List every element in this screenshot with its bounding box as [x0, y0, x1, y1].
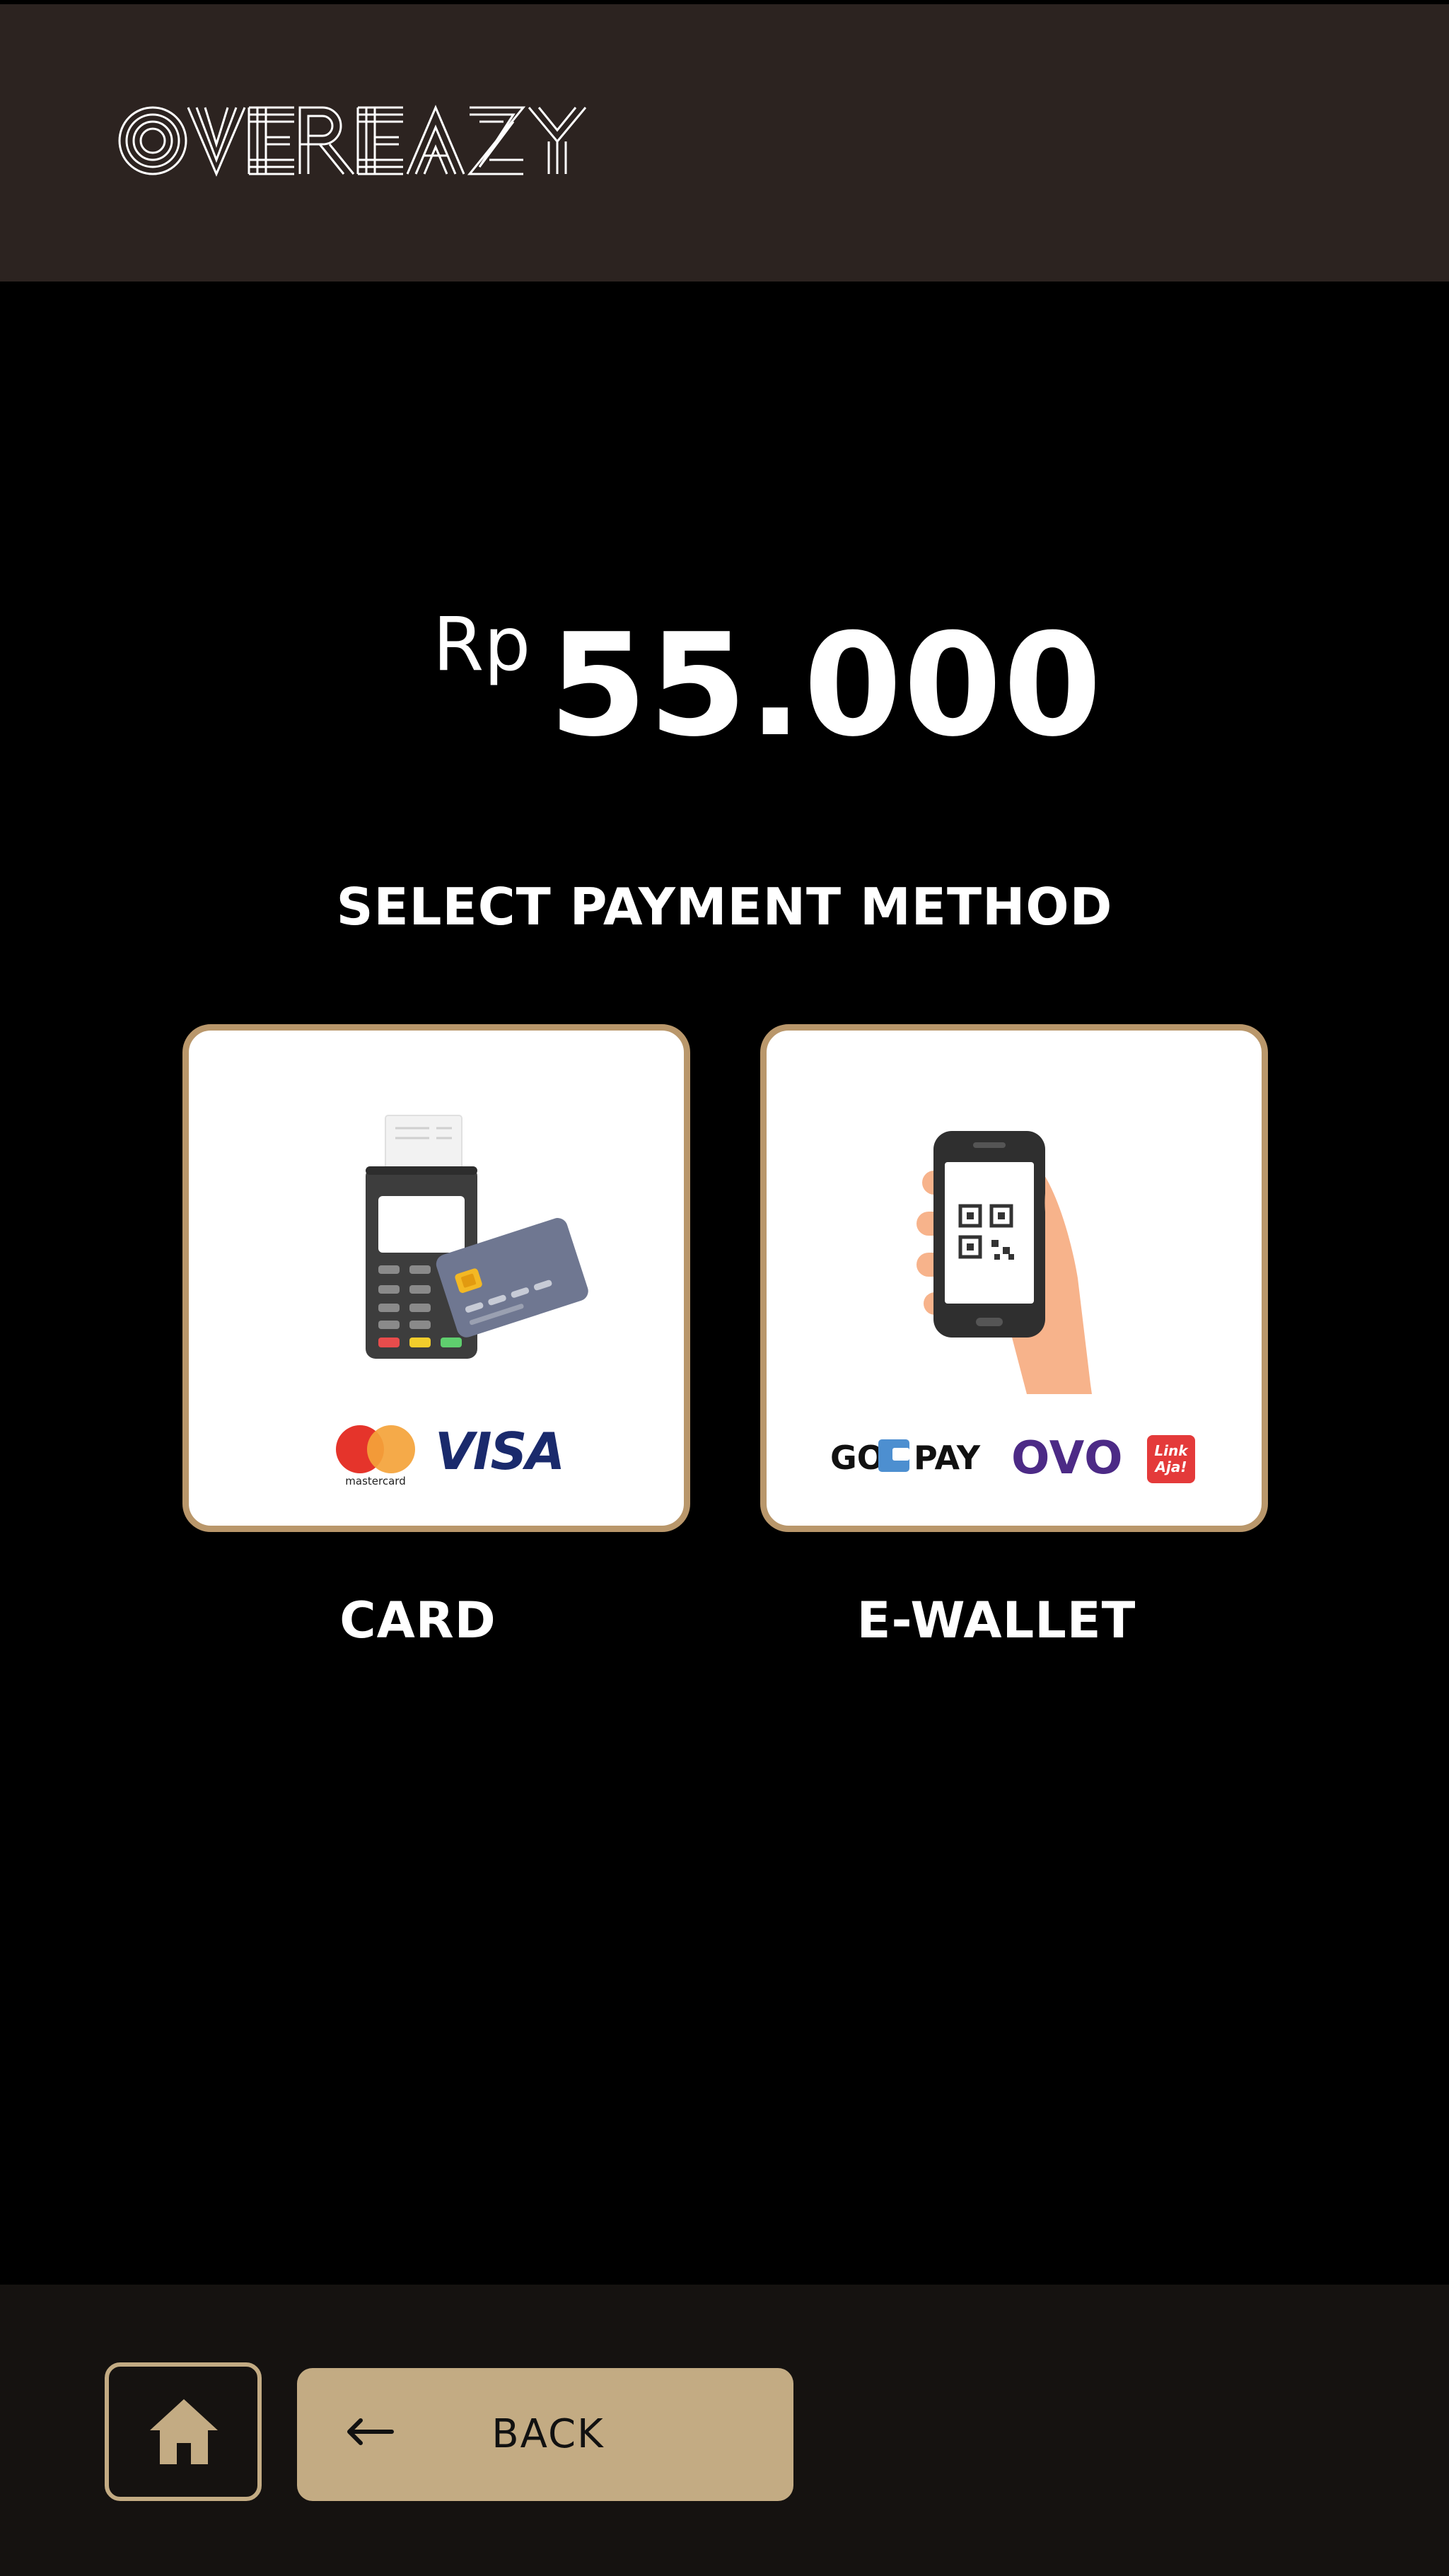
back-button[interactable]: BACK [297, 2368, 793, 2501]
gopay-right-text: PAY [914, 1439, 981, 1477]
back-button-label: BACK [491, 2411, 605, 2457]
select-payment-title: SELECT PAYMENT METHOD [336, 877, 1113, 936]
card-payment-option[interactable]: mastercard VISA [182, 1024, 690, 1532]
brand-logo [117, 103, 634, 178]
home-button[interactable] [105, 2362, 262, 2501]
brand-logo-graphic [118, 105, 587, 177]
gopay-logo: GO PAY [830, 1439, 981, 1477]
card-terminal-icon: mastercard VISA [336, 1115, 588, 1487]
linkaja-text-2: Aja! [1154, 1458, 1187, 1475]
mastercard-text: mastercard [345, 1475, 405, 1487]
linkaja-logo: Link Aja! [1147, 1435, 1195, 1483]
price-display: Rp 55.000 [0, 587, 1449, 771]
header-bar [0, 0, 1449, 282]
home-icon [150, 2399, 218, 2464]
ewallet-option-label[interactable]: E-WALLET [743, 1591, 1250, 1649]
price-amount: 55.000 [549, 603, 1103, 768]
ewallet-payment-option[interactable]: GO PAY OVO Link Aja! [760, 1024, 1268, 1532]
phone-qr-icon: GO PAY OVO Link Aja! [830, 1131, 1195, 1485]
currency-label: Rp [433, 601, 531, 687]
visa-logo: VISA [435, 1422, 564, 1481]
gopay-left-text: GO [830, 1439, 885, 1477]
ovo-logo: OVO [1011, 1432, 1124, 1485]
linkaja-text-1: Link [1154, 1442, 1189, 1459]
mastercard-logo: mastercard [336, 1425, 415, 1487]
card-option-label[interactable]: CARD [164, 1591, 672, 1649]
